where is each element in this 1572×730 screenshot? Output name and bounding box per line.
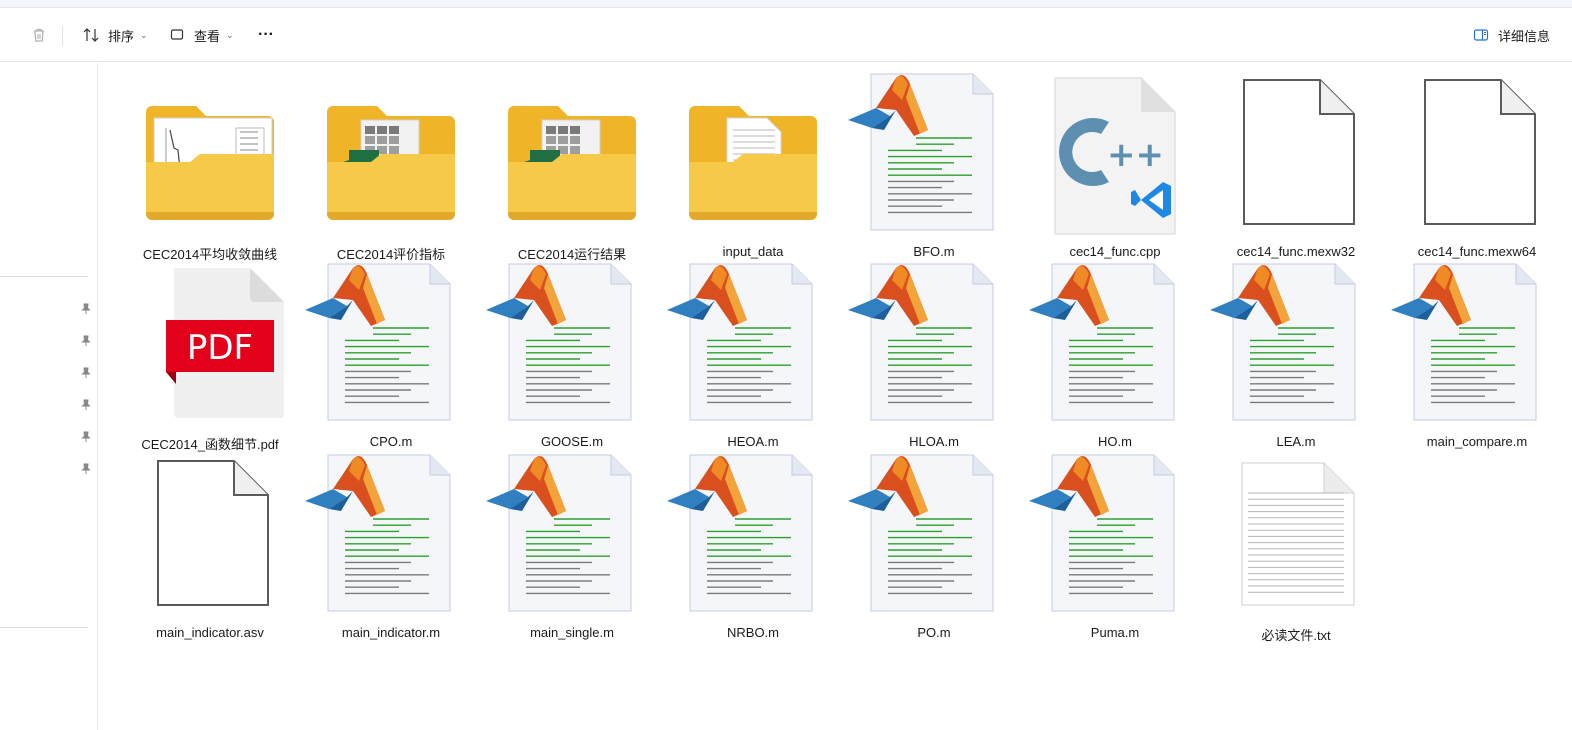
file-item[interactable]: LEA.m: [1206, 260, 1386, 450]
file-name-label: main_compare.m: [1426, 434, 1528, 449]
navigation-pane: [0, 63, 98, 730]
file-name-label: NRBO.m: [727, 625, 779, 640]
title-strip: [0, 0, 1572, 8]
sidebar-divider: [0, 627, 88, 628]
file-grid: CEC2014平均收敛曲线 CEC2014评价指标 CEC2014运行结果 in…: [98, 63, 1572, 730]
folder-icon: [120, 70, 300, 238]
svg-text:++: ++: [1107, 135, 1164, 175]
file-name-label: Puma.m: [1090, 625, 1140, 640]
details-label: 详细信息: [1498, 28, 1551, 44]
matlab-file-icon: [301, 260, 481, 428]
file-name-label: main_indicator.m: [341, 625, 441, 640]
folder-item[interactable]: CEC2014平均收敛曲线: [120, 70, 300, 262]
matlab-file-icon: [482, 451, 662, 619]
file-item[interactable]: cec14_func.mexw32: [1206, 70, 1386, 260]
file-name-label: LEA.m: [1276, 434, 1316, 449]
file-item[interactable]: PDF CEC2014_函数细节.pdf: [120, 260, 300, 452]
text-file-icon: [1206, 451, 1386, 619]
matlab-file-icon: [1025, 260, 1205, 428]
pin-icon[interactable]: [80, 335, 92, 347]
pin-icon[interactable]: [80, 367, 92, 379]
folder-icon: [663, 70, 843, 238]
file-name-label: BFO.m: [913, 244, 955, 259]
matlab-file-icon: [844, 451, 1024, 619]
pdf-file-icon: PDF: [120, 260, 300, 428]
file-name-label: HEOA.m: [727, 434, 779, 449]
blank-file-icon: [1206, 70, 1386, 238]
folder-icon: [301, 70, 481, 238]
details-pane-button[interactable]: 详细信息: [1466, 20, 1556, 50]
file-item[interactable]: main_indicator.m: [301, 451, 481, 641]
matlab-file-icon: [1025, 451, 1205, 619]
file-name-label: main_single.m: [530, 625, 614, 640]
more-label: ···: [258, 26, 274, 43]
file-name-label: HO.m: [1098, 434, 1132, 449]
chevron-down-icon: ⌄: [226, 29, 234, 40]
view-label: 查看: [194, 28, 221, 44]
file-item[interactable]: CPO.m: [301, 260, 481, 450]
folder-icon: [482, 70, 662, 238]
more-options-button[interactable]: ···: [252, 20, 280, 50]
file-item[interactable]: Puma.m: [1025, 451, 1205, 641]
chevron-down-icon: ⌄: [140, 29, 148, 40]
blank-file-icon: [1387, 70, 1567, 238]
file-item[interactable]: HLOA.m: [844, 260, 1024, 450]
file-name-label: PO.m: [917, 625, 951, 640]
file-item[interactable]: NRBO.m: [663, 451, 843, 641]
sidebar-divider: [0, 276, 88, 277]
view-button[interactable]: 查看 ⌄: [162, 20, 240, 50]
matlab-file-icon: [301, 451, 481, 619]
matlab-file-icon: [1387, 260, 1567, 428]
file-name-label: CPO.m: [369, 434, 413, 449]
file-name-label: cec14_func.cpp: [1069, 244, 1161, 259]
file-item[interactable]: HEOA.m: [663, 260, 843, 450]
file-item[interactable]: main_single.m: [482, 451, 662, 641]
file-item[interactable]: GOOSE.m: [482, 260, 662, 450]
folder-item[interactable]: CEC2014运行结果: [482, 70, 662, 262]
matlab-file-icon: [663, 451, 843, 619]
file-name-label: HLOA.m: [909, 434, 959, 449]
file-name-label: 必读文件.txt: [1261, 628, 1331, 643]
cpp-file-icon: ++: [1025, 70, 1205, 238]
file-item[interactable]: cec14_func.mexw64: [1387, 70, 1567, 260]
file-name-label: cec14_func.mexw32: [1236, 244, 1356, 259]
sort-icon: [83, 28, 99, 42]
pin-icon[interactable]: [80, 399, 92, 411]
file-item[interactable]: 必读文件.txt: [1206, 451, 1386, 643]
folder-item[interactable]: CEC2014评价指标: [301, 70, 481, 262]
file-item[interactable]: main_indicator.asv: [120, 451, 300, 641]
trash-icon: [34, 28, 44, 42]
file-name-label: input_data: [722, 244, 784, 259]
matlab-file-icon: [482, 260, 662, 428]
sort-button[interactable]: 排序 ⌄: [76, 20, 154, 50]
command-bar: 排序 ⌄ 查看 ⌄ ··· 详细信息: [0, 8, 1572, 62]
file-item[interactable]: BFO.m: [844, 70, 1024, 260]
file-item[interactable]: HO.m: [1025, 260, 1205, 450]
matlab-file-icon: [1206, 260, 1386, 428]
sort-label: 排序: [108, 28, 135, 44]
file-item[interactable]: main_compare.m: [1387, 260, 1567, 450]
file-name-label: GOOSE.m: [540, 434, 604, 449]
details-pane-icon: [1473, 29, 1489, 41]
file-item[interactable]: ++ cec14_func.cpp: [1025, 70, 1205, 260]
matlab-file-icon: [844, 70, 1024, 238]
file-name-label: main_indicator.asv: [156, 625, 264, 640]
view-icon: [170, 29, 184, 40]
blank-file-icon: [120, 451, 300, 619]
pin-icon[interactable]: [80, 303, 92, 315]
delete-button[interactable]: [24, 20, 54, 50]
file-name-label: cec14_func.mexw64: [1417, 244, 1537, 259]
matlab-file-icon: [663, 260, 843, 428]
folder-item[interactable]: input_data: [663, 70, 843, 260]
toolbar-divider: [62, 26, 63, 46]
pin-icon[interactable]: [80, 463, 92, 475]
matlab-file-icon: [844, 260, 1024, 428]
pdf-badge-text: PDF: [187, 328, 253, 368]
pin-icon[interactable]: [80, 431, 92, 443]
file-item[interactable]: PO.m: [844, 451, 1024, 641]
